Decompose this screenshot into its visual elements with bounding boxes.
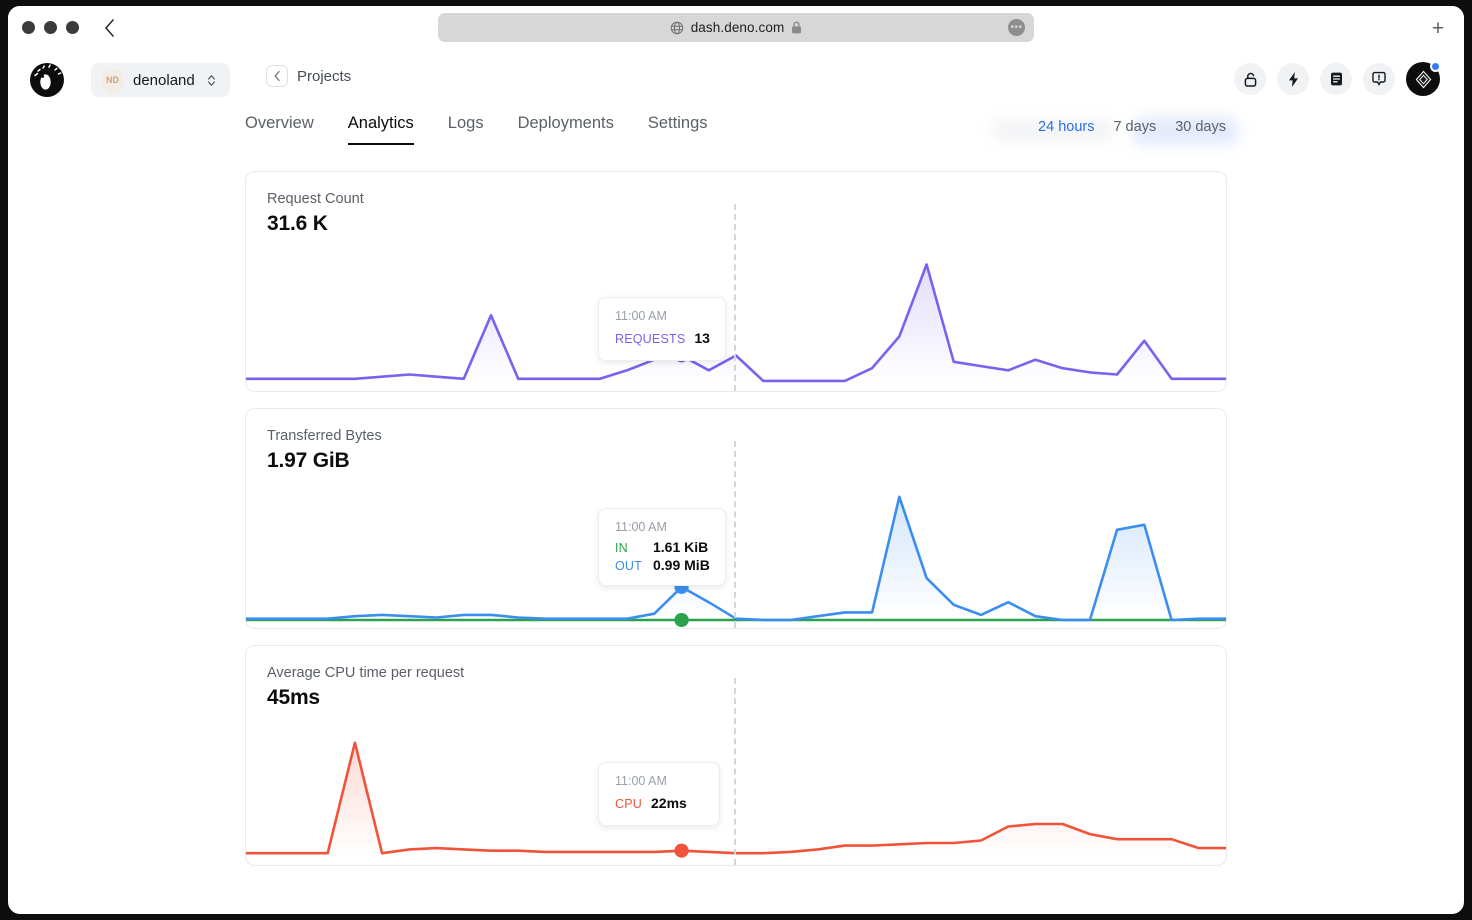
browser-chrome: dash.deno.com ••• + — [8, 6, 1464, 49]
notification-dot — [1430, 61, 1441, 72]
address-bar-more-button[interactable]: ••• — [1008, 19, 1025, 36]
window-traffic-lights[interactable] — [22, 21, 79, 34]
tooltip-time: 11:00 AM — [615, 774, 704, 788]
range-24-hours[interactable]: 24 hours — [1038, 119, 1094, 135]
card-value: 1.97 GiB — [267, 449, 1226, 473]
org-name-label: denoland — [133, 72, 195, 89]
card-header: Transferred Bytes 1.97 GiB — [246, 409, 1226, 473]
card-header: Average CPU time per request 45ms — [246, 646, 1226, 710]
unlock-icon[interactable] — [1234, 63, 1266, 95]
card-value: 45ms — [267, 686, 1226, 710]
card-title: Average CPU time per request — [267, 665, 1226, 681]
maximize-window-button[interactable] — [66, 21, 79, 34]
chart-tooltip: 11:00 AM REQUESTS 13 — [598, 297, 726, 361]
tooltip-row: REQUESTS 13 — [615, 328, 710, 348]
minimize-window-button[interactable] — [44, 21, 57, 34]
card-request-count: Request Count 31.6 K 11:00 AM REQUESTS 1… — [245, 171, 1227, 392]
tooltip-key: REQUESTS — [615, 330, 685, 348]
org-avatar: ND — [101, 69, 124, 92]
projects-label: Projects — [297, 68, 351, 85]
docs-icon[interactable] — [1320, 63, 1352, 95]
tab-deployments[interactable]: Deployments — [518, 114, 614, 145]
chart-tooltip: 11:00 AM CPU 22ms — [598, 762, 720, 826]
header-icon-group — [1234, 62, 1440, 96]
chart-tooltip: 11:00 AM IN 1.61 KiB OUT 0.99 MiB — [598, 508, 726, 586]
card-header: Request Count 31.6 K — [246, 172, 1226, 236]
card-value: 31.6 K — [267, 212, 1226, 236]
browser-back-button[interactable] — [96, 15, 122, 41]
analytics-cards: Request Count 31.6 K 11:00 AM REQUESTS 1… — [8, 157, 1464, 866]
tooltip-key: IN — [615, 541, 642, 555]
close-window-button[interactable] — [22, 21, 35, 34]
tooltip-time: 11:00 AM — [615, 520, 710, 534]
lock-icon — [791, 21, 802, 34]
address-bar[interactable]: dash.deno.com ••• — [438, 13, 1034, 42]
globe-icon — [670, 21, 684, 35]
tooltip-value: 1.61 KiB — [653, 539, 710, 555]
card-transferred-bytes: Transferred Bytes 1.97 GiB 11:00 AM IN 1… — [245, 408, 1227, 629]
tooltip-value: 0.99 MiB — [653, 557, 710, 573]
range-7-days[interactable]: 7 days — [1113, 119, 1156, 135]
card-average-cpu-time: Average CPU time per request 45ms 11:00 … — [245, 645, 1227, 866]
tooltip-key: CPU — [615, 795, 642, 813]
project-nav: Overview Analytics Logs Deployments Sett… — [8, 111, 1464, 157]
tooltip-value: 22ms — [651, 793, 687, 813]
card-title: Transferred Bytes — [267, 428, 1226, 444]
tooltip-key: OUT — [615, 559, 642, 573]
tab-overview[interactable]: Overview — [245, 114, 314, 145]
tooltip-time: 11:00 AM — [615, 309, 710, 323]
lightning-bolt-icon[interactable] — [1277, 63, 1309, 95]
tooltip-value: 13 — [694, 328, 710, 348]
tab-analytics[interactable]: Analytics — [348, 114, 414, 145]
user-avatar[interactable] — [1406, 62, 1440, 96]
new-tab-button[interactable]: + — [1426, 16, 1450, 40]
tab-settings[interactable]: Settings — [648, 114, 708, 145]
feedback-icon[interactable] — [1363, 63, 1395, 95]
app-header: ND denoland Projects — [8, 49, 1464, 111]
chevron-left-icon[interactable] — [266, 65, 288, 87]
tooltip-row: CPU 22ms — [615, 793, 704, 813]
tooltip-rows: IN 1.61 KiB OUT 0.99 MiB — [615, 539, 710, 573]
time-range-selector: 24 hours 7 days 30 days — [1038, 119, 1226, 135]
projects-breadcrumb[interactable]: Projects — [266, 65, 351, 87]
tab-logs[interactable]: Logs — [448, 114, 484, 145]
address-bar-text: dash.deno.com — [691, 20, 785, 35]
chevron-up-down-icon — [206, 73, 217, 88]
range-30-days[interactable]: 30 days — [1175, 119, 1226, 135]
card-title: Request Count — [267, 191, 1226, 207]
browser-window: dash.deno.com ••• + — [8, 6, 1464, 914]
org-switcher[interactable]: ND denoland — [91, 63, 230, 97]
deno-logo-icon[interactable] — [29, 62, 65, 98]
tab-list: Overview Analytics Logs Deployments Sett… — [245, 114, 708, 145]
